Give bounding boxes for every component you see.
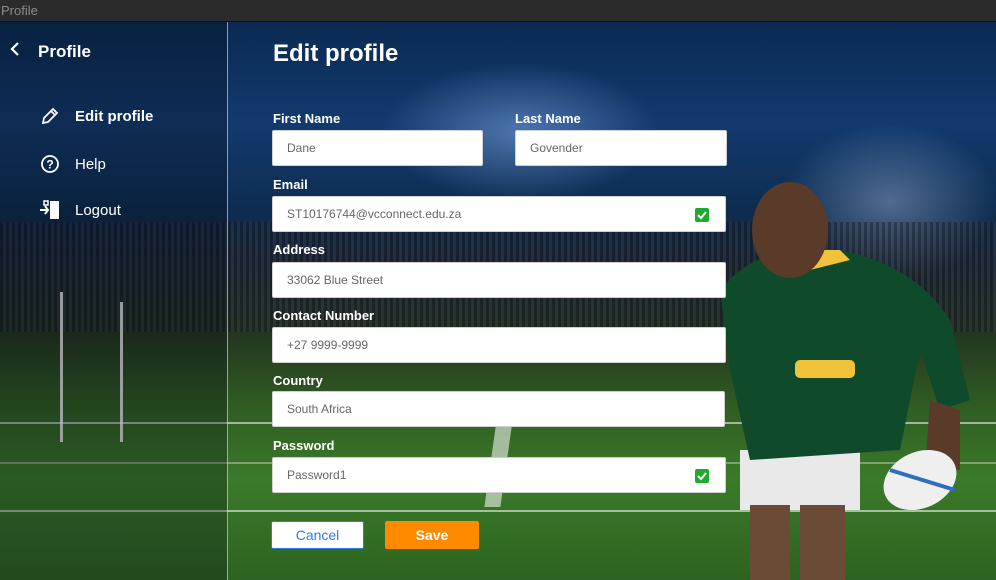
rugby-player-image [720, 182, 970, 580]
contact-number-label: Contact Number [273, 308, 375, 323]
sidebar: Profile Edit profile ? Help Logout [0, 22, 228, 580]
last-name-input[interactable] [516, 131, 726, 165]
email-field[interactable] [272, 196, 726, 232]
password-input[interactable] [273, 458, 725, 492]
window-title: Profile [1, 3, 38, 18]
first-name-label: First Name [273, 111, 341, 126]
page-title: Edit profile [273, 40, 399, 67]
first-name-input[interactable] [273, 131, 482, 165]
email-label: Email [273, 177, 308, 192]
address-field[interactable] [272, 262, 726, 298]
country-label: Country [273, 373, 323, 388]
first-name-field[interactable] [272, 130, 483, 166]
contact-number-field[interactable] [272, 327, 726, 363]
sidebar-item-label: Edit profile [75, 107, 154, 125]
country-field[interactable] [272, 391, 725, 427]
back-chevron-icon[interactable] [8, 39, 22, 59]
password-valid-check-icon [695, 469, 709, 483]
svg-text:?: ? [46, 158, 53, 172]
save-button[interactable]: Save [385, 521, 479, 549]
last-name-label: Last Name [515, 111, 581, 126]
pencil-icon [38, 104, 62, 128]
email-valid-check-icon [695, 208, 709, 222]
sidebar-item-help[interactable]: ? Help [38, 152, 106, 176]
last-name-field[interactable] [515, 130, 727, 166]
email-input[interactable] [273, 197, 725, 231]
sidebar-item-label: Help [75, 155, 106, 173]
sidebar-item-edit-profile[interactable]: Edit profile [38, 104, 153, 128]
address-label: Address [273, 242, 326, 257]
help-icon: ? [38, 152, 62, 176]
sidebar-item-label: Logout [75, 201, 121, 219]
password-label: Password [273, 438, 335, 453]
password-field[interactable] [272, 457, 726, 493]
address-input[interactable] [273, 263, 725, 297]
country-input[interactable] [273, 392, 724, 426]
contact-number-input[interactable] [273, 328, 725, 362]
sidebar-title: Profile [38, 42, 91, 61]
logout-icon [38, 198, 62, 222]
sidebar-item-logout[interactable]: Logout [38, 198, 121, 222]
cancel-button[interactable]: Cancel [271, 521, 364, 549]
window-titlebar: Profile [0, 0, 996, 22]
